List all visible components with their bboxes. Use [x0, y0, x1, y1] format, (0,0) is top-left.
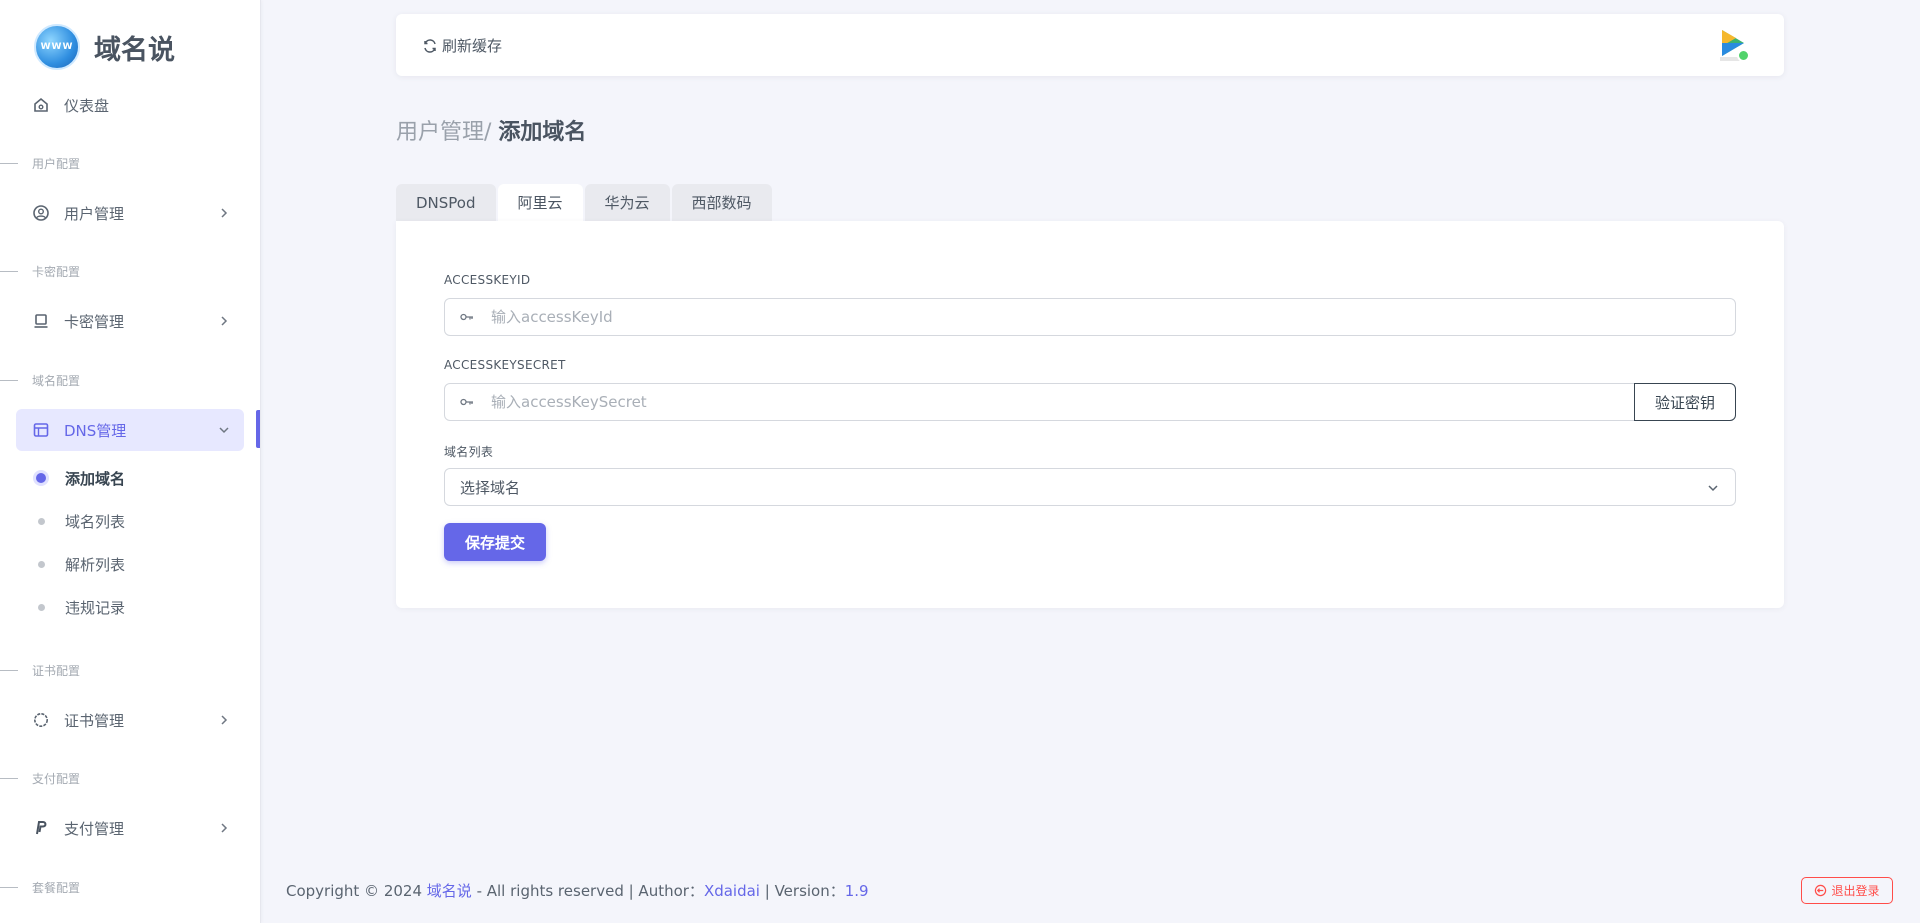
- page-heading: 添加域名: [498, 120, 587, 145]
- chevron-right-icon: [221, 208, 228, 218]
- online-status-dot: [1737, 49, 1750, 62]
- verify-key-button[interactable]: 验证密钥: [1634, 383, 1736, 421]
- sidebar-item-label: 仪表盘: [64, 96, 110, 115]
- form-card: ACCESSKEYID ACCESSKEYSECRET 验证密钥 域名列表 选择…: [396, 221, 1784, 608]
- version-number: 1.9: [844, 882, 869, 900]
- sidebar-item-dns-management[interactable]: DNS管理: [16, 409, 244, 451]
- provider-tabs: DNSPod 阿里云 华为云 西部数码: [396, 184, 774, 221]
- section-header-package: 套餐配置: [0, 877, 80, 897]
- domain-list-label: 域名列表: [444, 445, 494, 459]
- bullet-dot: [38, 603, 45, 611]
- divider: [0, 669, 18, 671]
- divider: [0, 162, 18, 164]
- footer-brand-link[interactable]: 域名说: [427, 882, 472, 900]
- chevron-right-icon: [221, 715, 228, 725]
- author-link[interactable]: Xdaidai: [704, 882, 760, 900]
- sidebar-item-label: 支付管理: [64, 819, 125, 838]
- section-header-card: 卡密配置: [0, 261, 80, 281]
- logout-label: 退出登录: [1831, 884, 1880, 898]
- key-icon: [445, 312, 489, 322]
- sidebar-subitem-domain-list[interactable]: 域名列表: [32, 506, 125, 536]
- logout-icon: [1815, 884, 1827, 897]
- section-header-domain: 域名配置: [0, 370, 80, 390]
- footer-text: - All rights reserved | Author：: [471, 882, 704, 900]
- refresh-label: 刷新缓存: [442, 37, 503, 55]
- access-key-id-label: ACCESSKEYID: [444, 273, 531, 287]
- user-circle-icon: [32, 204, 50, 222]
- sidebar-subitem-record-list[interactable]: 解析列表: [32, 549, 125, 579]
- section-label: 套餐配置: [32, 880, 81, 895]
- sidebar-item-user-management[interactable]: 用户管理: [16, 192, 244, 234]
- bullet-dot: [38, 560, 45, 568]
- access-key-id-input[interactable]: [489, 298, 1735, 336]
- section-label: 支付配置: [32, 771, 81, 786]
- globe-logo-icon: WWW: [34, 24, 80, 70]
- save-submit-button[interactable]: 保存提交: [444, 523, 546, 561]
- subitem-label: 域名列表: [65, 512, 126, 531]
- window-icon: [32, 421, 50, 439]
- chevron-right-icon: [221, 823, 228, 833]
- chevron-right-icon: [221, 316, 228, 326]
- access-key-secret-input[interactable]: [489, 383, 1634, 421]
- page-title: 用户管理/ 添加域名: [396, 114, 586, 146]
- brand-name: 域名说: [94, 34, 175, 66]
- sidebar-subitem-violations[interactable]: 违规记录: [32, 592, 125, 622]
- home-icon: [32, 96, 50, 114]
- divider: [0, 777, 18, 779]
- subitem-label: 添加域名: [65, 469, 126, 488]
- active-indicator: [256, 410, 260, 448]
- breadcrumb: 用户管理/: [396, 120, 492, 145]
- sidebar-item-cert-management[interactable]: 证书管理: [16, 699, 244, 741]
- section-header-pay: 支付配置: [0, 768, 80, 788]
- divider: [0, 379, 18, 381]
- sidebar-item-label: DNS管理: [64, 421, 127, 440]
- sidebar-item-label: 证书管理: [64, 711, 125, 730]
- footer: Copyright © 2024 域名说 - All rights reserv…: [286, 880, 869, 901]
- access-key-secret-group: 验证密钥: [444, 383, 1736, 421]
- domain-select[interactable]: 选择域名: [444, 468, 1736, 506]
- domain-select-value: 选择域名: [460, 478, 521, 497]
- copyright-text: Copyright © 2024: [286, 882, 427, 900]
- bullet-dot: [38, 517, 45, 525]
- chevron-down-icon: [1708, 485, 1718, 492]
- access-key-id-group: [444, 298, 1736, 336]
- divider: [0, 270, 18, 272]
- subitem-label: 违规记录: [65, 598, 126, 617]
- section-label: 域名配置: [32, 373, 81, 388]
- sidebar: WWW 域名说 仪表盘 用户配置 用户管理 卡密配置 卡密管理 域名配置 DNS…: [0, 0, 261, 923]
- refresh-cache-button[interactable]: 刷新缓存: [422, 35, 502, 56]
- divider: [0, 886, 18, 888]
- access-key-secret-label: ACCESSKEYSECRET: [444, 358, 566, 372]
- brand[interactable]: WWW 域名说: [34, 24, 175, 70]
- avatar[interactable]: [1714, 26, 1750, 64]
- key-icon: [445, 397, 489, 407]
- sidebar-item-pay-management[interactable]: 支付管理: [16, 807, 244, 849]
- tab-west-digital[interactable]: 西部数码: [671, 184, 772, 221]
- laptop-icon: [32, 312, 50, 330]
- bullet-dot: [36, 473, 46, 483]
- section-label: 证书配置: [32, 663, 81, 678]
- section-label: 用户配置: [32, 156, 81, 171]
- sidebar-item-card-management[interactable]: 卡密管理: [16, 300, 244, 342]
- sidebar-item-label: 用户管理: [64, 204, 125, 223]
- sidebar-subitem-add-domain[interactable]: 添加域名: [32, 463, 125, 493]
- version-label: | Version：: [759, 882, 845, 900]
- sidebar-item-dashboard[interactable]: 仪表盘: [16, 84, 244, 126]
- sidebar-item-label: 卡密管理: [64, 312, 125, 331]
- badge-icon: [32, 711, 50, 729]
- tab-aliyun[interactable]: 阿里云: [497, 184, 583, 221]
- section-label: 卡密配置: [32, 264, 81, 279]
- top-navbar: 刷新缓存: [396, 14, 1784, 76]
- subitem-label: 解析列表: [65, 555, 126, 574]
- section-header-user: 用户配置: [0, 153, 80, 173]
- refresh-icon: [424, 38, 436, 53]
- logout-button[interactable]: 退出登录: [1801, 877, 1893, 904]
- tab-huaweicloud[interactable]: 华为云: [584, 184, 670, 221]
- paypal-icon: [32, 819, 50, 837]
- section-header-cert: 证书配置: [0, 660, 80, 680]
- tab-dnspod[interactable]: DNSPod: [396, 184, 496, 221]
- chevron-down-icon: [219, 427, 229, 434]
